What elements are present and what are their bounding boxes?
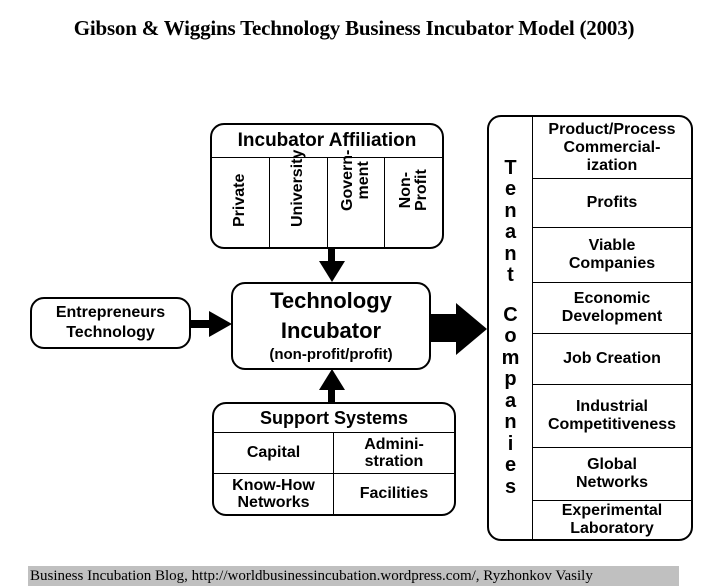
outcome-industrial-competitiveness: Industrial Competitiveness [533, 385, 691, 448]
affiliation-heading: Incubator Affiliation [212, 125, 442, 158]
support-administration: Admini- stration [334, 433, 454, 474]
arrow-entrepreneurs-to-incubator [190, 311, 232, 337]
arrow-support-to-incubator [319, 369, 345, 404]
support-systems-box: Support Systems Capital Admini- stration… [212, 402, 456, 516]
support-label: Know-How Networks [232, 476, 315, 511]
arrow-incubator-to-tenants [429, 303, 487, 355]
incubator-line3: (non-profit/profit) [269, 346, 393, 363]
affiliation-private: Private [212, 158, 270, 247]
technology-incubator-box: Technology Incubator (non-profit/profit) [231, 282, 431, 370]
support-label: Capital [246, 444, 301, 462]
affiliation-label: Govern- ment [338, 149, 372, 211]
affiliation-label: Private [231, 173, 249, 227]
side-letter: C [503, 303, 518, 326]
outcome-profits: Profits [533, 179, 691, 228]
side-letter: n [504, 242, 517, 265]
outcome-viable-companies: Viable Companies [533, 228, 691, 283]
side-letter: n [504, 199, 517, 222]
affiliation-non-profit: Non- Profit [385, 158, 442, 247]
side-letter: t [507, 264, 514, 287]
affiliation-government: Govern- ment [328, 150, 386, 247]
support-facilities: Facilities [334, 474, 454, 515]
side-letter: a [504, 221, 517, 244]
side-letter: i [507, 432, 514, 455]
affiliation-label: Non- Profit [396, 169, 430, 211]
side-letter: T [504, 156, 517, 179]
side-letter: o [504, 325, 517, 348]
side-letter: s [504, 475, 517, 498]
entrepreneurs-line2: Technology [66, 324, 155, 341]
side-letter: a [504, 389, 517, 412]
outcome-global-networks: Global Networks [533, 448, 691, 501]
outcome-experimental-laboratory: Experimental Laboratory [561, 502, 663, 537]
side-letter: e [504, 454, 517, 477]
source-footer: Business Incubation Blog, http://worldbu… [28, 566, 679, 586]
tenant-companies-label: T e n a n t C o m p a n i e s [489, 117, 533, 539]
outcome-commercialization: Product/Process Commercial- ization [533, 117, 691, 179]
diagram-title: Gibson & Wiggins Technology Business Inc… [73, 16, 635, 40]
outcome-economic-development: Economic Development [533, 283, 691, 334]
incubator-line2: Incubator [280, 318, 382, 343]
affiliation-university: University [270, 150, 328, 247]
arrow-affiliation-to-incubator [319, 248, 345, 282]
support-label: Admini- stration [364, 435, 424, 470]
side-letter: m [501, 346, 520, 369]
side-letter: n [504, 411, 517, 434]
side-letter: e [504, 178, 517, 201]
entrepreneurs-technology-box: Entrepreneurs Technology [30, 297, 191, 349]
support-capital: Capital [214, 433, 334, 474]
entrepreneurs-line1: Entrepreneurs [55, 304, 166, 321]
support-label: Facilities [359, 485, 429, 503]
support-heading: Support Systems [214, 404, 454, 433]
incubator-line1: Technology [270, 288, 392, 313]
side-letter: p [504, 368, 517, 391]
support-know-how-networks: Know-How Networks [214, 473, 334, 514]
outcome-job-creation: Job Creation [533, 334, 691, 385]
affiliation-label: University [289, 149, 307, 227]
incubator-affiliation-box: Incubator Affiliation Private University… [210, 123, 444, 249]
tenant-companies-box: T e n a n t C o m p a n i e s Product/Pr… [487, 115, 693, 541]
